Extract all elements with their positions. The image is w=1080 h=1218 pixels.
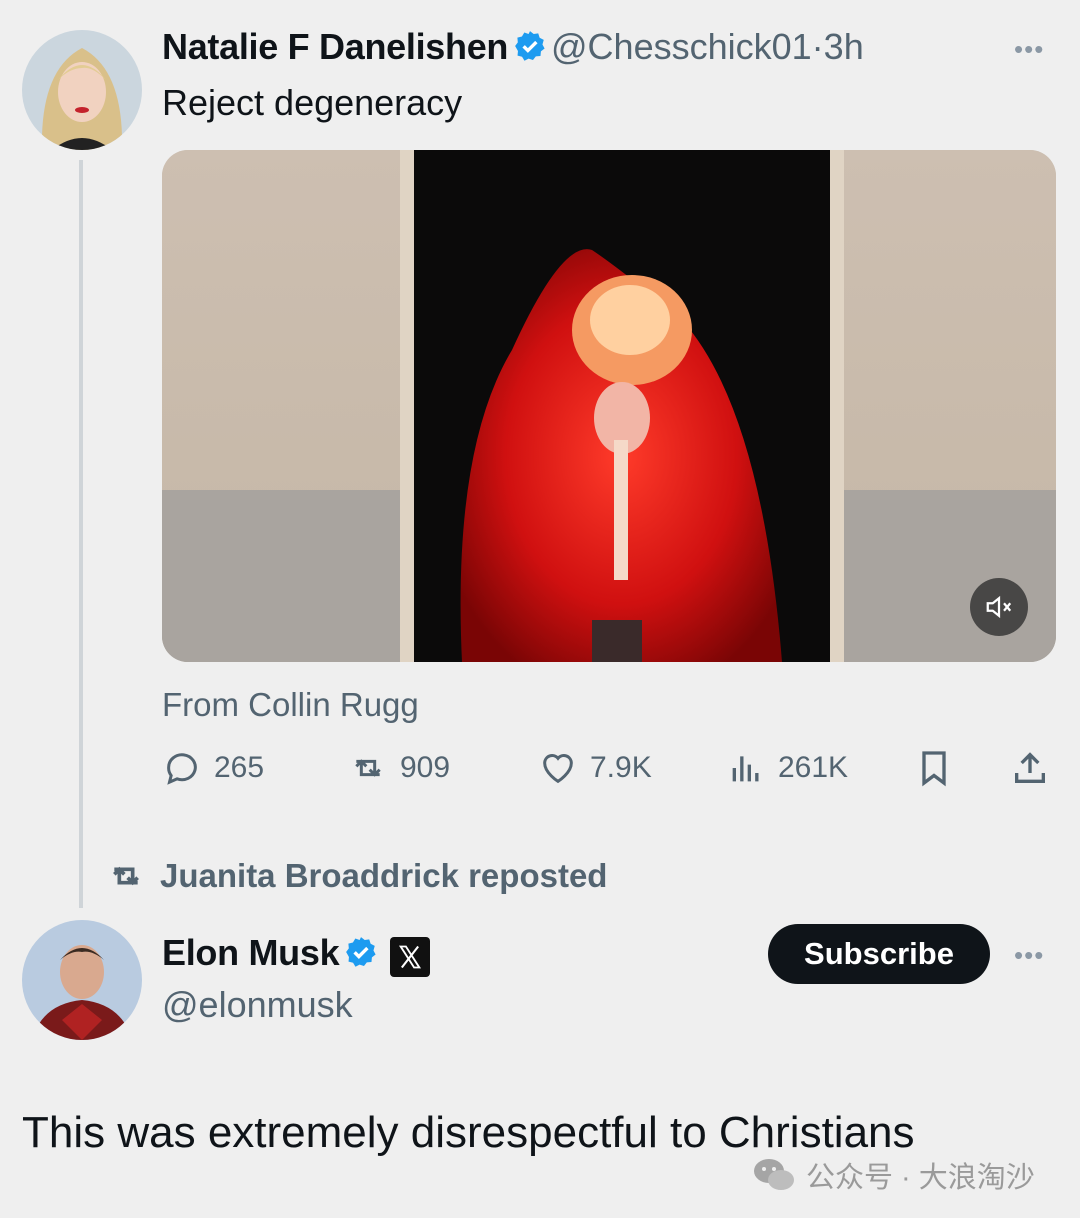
reply-icon <box>167 753 197 785</box>
tweet1-source[interactable]: From Collin Rugg <box>162 686 419 724</box>
subscribe-button[interactable]: Subscribe <box>768 924 990 984</box>
natalie-avatar[interactable] <box>22 30 142 150</box>
share-icon[interactable] <box>1010 748 1050 788</box>
repost-icon <box>355 759 381 777</box>
tweet2-text: This was extremely disrespectful to Chri… <box>22 1108 915 1157</box>
watermark: 公众号 · 大浪淘沙 <box>752 1154 1035 1196</box>
repost-notice-text: Juanita Broaddrick reposted <box>160 857 608 894</box>
wechat-icon <box>754 1159 794 1190</box>
tweet1-time[interactable]: 3h <box>824 26 864 67</box>
tweet1-more-icon[interactable]: ••• <box>1014 34 1044 65</box>
like-count: 7.9K <box>590 751 652 784</box>
reply-button[interactable]: 265 <box>162 748 264 788</box>
tweet1-handle[interactable]: @Chesschick01 <box>551 26 812 67</box>
views-button[interactable]: 261K <box>726 748 848 788</box>
tweet2-header: Elon Musk <box>162 932 431 977</box>
views-icon <box>732 756 759 782</box>
x-logo-icon <box>390 937 431 977</box>
mute-icon[interactable] <box>970 578 1028 636</box>
tweet1-author-name[interactable]: Natalie F Danelishen <box>162 26 508 67</box>
reply-count: 265 <box>214 751 265 784</box>
verified-badge-icon <box>344 935 378 969</box>
tweet2-author-name[interactable]: Elon Musk <box>162 932 340 973</box>
repost-icon <box>113 866 139 886</box>
views-count: 261K <box>778 751 849 784</box>
bookmark-icon[interactable] <box>914 748 954 788</box>
tweet1-video[interactable] <box>162 150 1056 662</box>
tweet1-separator: · <box>811 26 824 67</box>
verified-badge-icon <box>513 29 547 63</box>
repost-count: 909 <box>400 751 451 784</box>
repost-button[interactable]: 909 <box>348 748 450 788</box>
repost-notice[interactable]: Juanita Broaddrick reposted <box>106 856 607 896</box>
thread-connector-line <box>79 160 83 908</box>
like-icon <box>543 754 573 784</box>
watermark-text: 公众号 · 大浪淘沙 <box>806 1162 1035 1194</box>
tweet1-header: Natalie F Danelishen @Chesschick01·3h <box>162 26 864 68</box>
like-button[interactable]: 7.9K <box>538 748 652 788</box>
tweet1-text: Reject degeneracy <box>162 82 463 123</box>
tweet2-handle[interactable]: @elonmusk <box>162 984 353 1026</box>
elon-avatar[interactable] <box>22 920 142 1040</box>
tweet2-more-icon[interactable]: ••• <box>1014 940 1044 971</box>
